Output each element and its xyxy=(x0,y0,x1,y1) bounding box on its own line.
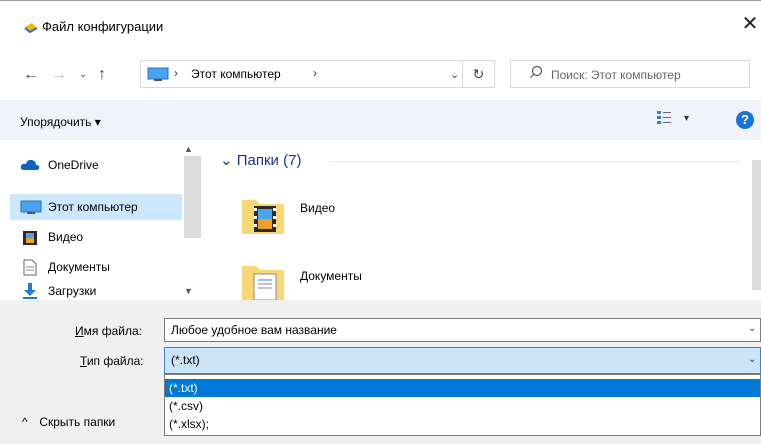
filename-input[interactable]: Любое удобное вам название xyxy=(164,318,761,342)
hide-folders-button[interactable]: ^ Скрыть папки xyxy=(22,415,115,429)
sidebar-scroll-thumb[interactable] xyxy=(184,156,201,238)
sidebar-item-documents[interactable]: Документы xyxy=(20,256,180,280)
forward-button[interactable]: → xyxy=(48,63,70,87)
chevron-down-icon: ⌄ xyxy=(220,152,233,169)
documents-folder-icon[interactable] xyxy=(240,258,286,300)
chevron-up-icon: ^ xyxy=(22,415,28,429)
view-dropdown-icon[interactable]: ▾ xyxy=(684,113,689,124)
sidebar-item-downloads[interactable]: Загрузки xyxy=(20,280,180,300)
filetype-select[interactable]: (*.txt) xyxy=(164,347,761,374)
sidebar-item-label: Этот компьютер xyxy=(48,200,138,214)
up-button[interactable]: ↑ xyxy=(91,63,113,87)
video-icon xyxy=(23,231,37,245)
sidebar-item-label: Видео xyxy=(48,230,84,244)
filetype-label: Тип файла: xyxy=(80,354,144,368)
refresh-button[interactable]: ↻ xyxy=(462,60,495,88)
command-bar xyxy=(0,100,761,140)
breadcrumb-location[interactable]: Этот компьютер xyxy=(191,67,281,81)
filename-label: Имя файла: xyxy=(75,324,142,338)
filetype-dropdown-icon[interactable]: ⌄ xyxy=(748,354,756,365)
computer-icon xyxy=(147,67,169,81)
content-scroll-thumb[interactable] xyxy=(752,160,761,290)
window-title: Файл конфигурации xyxy=(42,19,164,34)
group-header-label: Папки (7) xyxy=(236,152,302,169)
filetype-options-list: (*.txt) (*.csv) (*.xlsx); xyxy=(164,374,761,436)
folder-label[interactable]: Видео xyxy=(300,201,335,215)
filetype-option-xlsx[interactable]: (*.xlsx); xyxy=(165,415,760,433)
hide-folders-label: Скрыть папки xyxy=(39,415,116,429)
video-folder-icon[interactable] xyxy=(240,192,286,238)
folder-label[interactable]: Документы xyxy=(300,269,362,283)
document-icon xyxy=(23,259,37,276)
sidebar-item-onedrive[interactable]: OneDrive xyxy=(20,154,180,178)
group-divider xyxy=(330,161,740,162)
sidebar-item-this-pc[interactable]: Этот компьютер xyxy=(20,196,180,220)
filename-dropdown-icon[interactable]: ⌄ xyxy=(748,323,756,334)
sidebar-item-video[interactable]: Видео xyxy=(20,226,180,250)
config-file-icon xyxy=(24,23,38,34)
search-placeholder: Поиск: Этот компьютер xyxy=(551,68,681,82)
breadcrumb-separator[interactable]: › xyxy=(174,66,178,80)
download-icon xyxy=(23,283,37,299)
close-icon[interactable]: ✕ xyxy=(740,14,760,34)
sidebar-item-label: Документы xyxy=(48,260,110,274)
back-button[interactable]: ← xyxy=(20,63,42,87)
help-icon[interactable]: ? xyxy=(736,111,754,129)
search-icon xyxy=(530,65,543,78)
breadcrumb-separator[interactable]: › xyxy=(313,66,317,80)
scroll-down-icon[interactable]: ▼ xyxy=(184,286,193,296)
scroll-up-icon[interactable]: ▲ xyxy=(184,144,193,154)
organize-button[interactable]: Упорядочить ▾ xyxy=(20,115,101,129)
filetype-option-txt[interactable]: (*.txt) xyxy=(165,379,760,397)
sidebar-item-label: Загрузки xyxy=(48,284,97,298)
address-dropdown-icon[interactable]: ⌄ xyxy=(450,68,459,81)
view-options-icon[interactable] xyxy=(656,110,672,126)
filetype-option-csv[interactable]: (*.csv) xyxy=(165,397,760,415)
sidebar-item-label: OneDrive xyxy=(48,158,99,172)
computer-icon xyxy=(20,200,42,214)
group-header[interactable]: ⌄ Папки (7) xyxy=(220,151,301,169)
cloud-icon xyxy=(20,159,40,170)
